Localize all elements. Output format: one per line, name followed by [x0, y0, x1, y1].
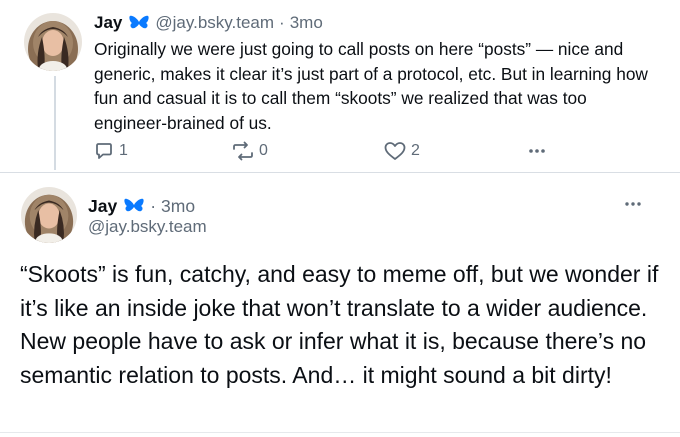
butterfly-icon — [124, 198, 144, 214]
reply-icon — [94, 141, 114, 161]
more-options-button[interactable] — [624, 196, 642, 214]
like-count: 2 — [411, 142, 420, 159]
like-button[interactable]: 2 — [384, 139, 420, 163]
repost-count: 0 — [259, 142, 268, 159]
post-time[interactable]: 3mo — [290, 13, 323, 33]
separator-dot: · — [150, 195, 157, 216]
author-name[interactable]: Jay — [94, 13, 122, 33]
post-header: Jay · 3mo — [88, 194, 195, 218]
repost-button[interactable]: 0 — [232, 139, 268, 163]
butterfly-icon — [129, 15, 149, 31]
author-handle[interactable]: @jay.bsky.team — [155, 13, 274, 33]
post-actions: 1 0 2 — [0, 139, 680, 163]
repost-icon — [232, 141, 254, 161]
post-divider — [0, 432, 680, 433]
post-text: “Skoots” is fun, catchy, and easy to mem… — [20, 261, 659, 388]
heart-icon — [384, 141, 406, 161]
more-icon — [624, 196, 642, 213]
avatar[interactable] — [24, 13, 82, 71]
post-divider — [0, 172, 680, 173]
post-text: Originally we were just going to call po… — [94, 39, 648, 133]
more-options-button[interactable] — [527, 139, 547, 163]
post-time[interactable]: 3mo — [161, 196, 195, 217]
separator-dot: · — [279, 13, 285, 32]
author-handle[interactable]: @jay.bsky.team — [88, 217, 207, 237]
post-header: Jay @jay.bsky.team · 3mo — [94, 11, 323, 35]
reply-count: 1 — [119, 142, 128, 159]
reply-button[interactable]: 1 — [94, 139, 128, 163]
post-1[interactable]: Jay @jay.bsky.team · 3mo Originally we w… — [0, 0, 680, 172]
more-icon — [527, 141, 547, 161]
avatar[interactable] — [21, 187, 77, 243]
author-name[interactable]: Jay — [88, 196, 117, 217]
